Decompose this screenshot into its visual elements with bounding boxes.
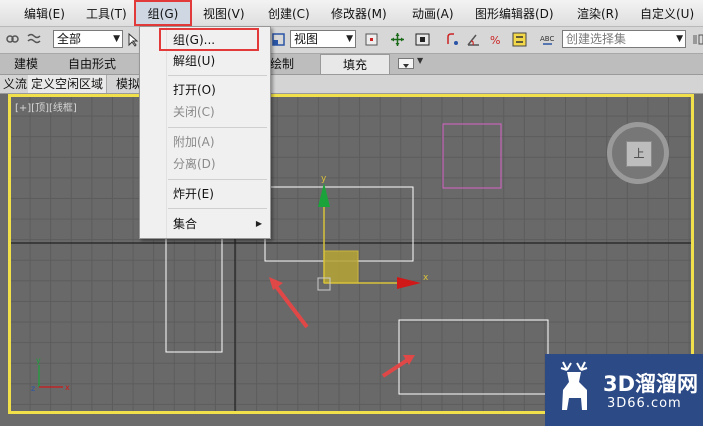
angle-snap-icon[interactable] xyxy=(465,31,482,48)
menu-item-open[interactable]: 打开(O) xyxy=(173,82,216,98)
menu-bar: 编辑(E) 工具(T) 组(G) 视图(V) 创建(C) 修改器(M) 动画(A… xyxy=(0,0,703,27)
tripod-label-z: z xyxy=(31,384,35,393)
select-scale-icon[interactable] xyxy=(270,31,287,48)
rectangle-object-pink xyxy=(442,123,502,189)
chevron-down-icon: ▼ xyxy=(676,34,683,44)
rectangle-object-top xyxy=(264,186,414,262)
populate-subtabs: 义流 定义空闲区域 模拟 xyxy=(0,75,703,94)
menu-separator xyxy=(168,208,267,209)
menu-tools[interactable]: 工具(T) xyxy=(86,0,127,26)
gizmo-arrow-x xyxy=(397,277,421,289)
rectangle-object-bottom xyxy=(398,319,549,395)
menu-item-assembly[interactable]: 集合 xyxy=(173,216,197,232)
watermark-title: 3D溜溜网 xyxy=(603,372,699,396)
menu-gutter xyxy=(140,27,167,238)
menu-view[interactable]: 视图(V) xyxy=(203,0,245,26)
selection-filter-dropdown[interactable]: 全部 ▼ xyxy=(53,30,123,48)
deer-logo-icon xyxy=(560,361,588,410)
ribbon-tabs: 建模 自由形式 绘制 填充 ▼ xyxy=(0,54,703,75)
menu-edit[interactable]: 编辑(E) xyxy=(24,0,65,26)
menu-rendering[interactable]: 渲染(R) xyxy=(577,0,619,26)
edit-named-selection-icon[interactable]: ABC xyxy=(539,31,556,48)
annotation-arrow-1 xyxy=(273,283,309,329)
chevron-down-icon: ▼ xyxy=(346,34,353,44)
menu-item-attach: 附加(A) xyxy=(173,135,215,149)
menu-item-detach: 分离(D) xyxy=(173,157,216,171)
tab-modeling[interactable]: 建模 xyxy=(8,54,44,74)
chevron-down-icon: ▼ xyxy=(113,34,120,44)
ribbon-options-icon[interactable] xyxy=(398,58,414,69)
snap-2d-icon[interactable] xyxy=(444,31,461,48)
menu-item-ungroup[interactable]: 解组(U) xyxy=(173,53,215,69)
svg-text:%: % xyxy=(490,34,500,47)
menu-create[interactable]: 创建(C) xyxy=(268,0,310,26)
menu-item-group[interactable]: 组(G)... xyxy=(173,32,215,48)
reference-coordinate-value: 视图 xyxy=(294,32,319,46)
menu-item-close: 关闭(C) xyxy=(173,105,215,119)
gizmo-label-x: x xyxy=(423,273,429,283)
reference-coordinate-dropdown[interactable]: 视图 ▼ xyxy=(290,30,356,48)
gizmo-label-y: y xyxy=(321,174,327,184)
menu-separator xyxy=(168,75,267,76)
pivot-center-icon[interactable] xyxy=(363,31,380,48)
menu-animation[interactable]: 动画(A) xyxy=(412,0,454,26)
menu-customize[interactable]: 自定义(U) xyxy=(640,0,694,26)
menu-separator xyxy=(168,127,267,128)
watermark-logo: 3D溜溜网 3D66.com xyxy=(545,354,703,426)
named-selection-input[interactable]: 创建选择集 ▼ xyxy=(562,30,686,48)
main-toolbar: 全部 ▼ 视图 ▼ % ABC 创建选择集 ▼ xyxy=(0,27,703,54)
named-selection-placeholder: 创建选择集 xyxy=(566,32,627,46)
submenu-arrow-icon: ▶ xyxy=(255,219,262,228)
menu-modifiers[interactable]: 修改器(M) xyxy=(331,0,387,26)
move-icon[interactable] xyxy=(389,31,406,48)
subtab-define-idle-areas[interactable]: 定义空闲区域 xyxy=(28,75,108,93)
annotation-arrow-2 xyxy=(381,357,411,378)
spinner-snap-icon[interactable] xyxy=(511,31,528,48)
mirror-icon[interactable] xyxy=(689,31,703,48)
subtab-flow[interactable]: 义流 xyxy=(0,75,32,93)
viewcube-top-face[interactable]: 上 xyxy=(626,141,652,167)
watermark-url: 3D66.com xyxy=(607,396,682,411)
menu-item-explode[interactable]: 炸开(E) xyxy=(173,186,214,202)
menu-graph-editors[interactable]: 图形编辑器(D) xyxy=(475,0,554,26)
menu-group[interactable]: 组(G) xyxy=(134,0,192,26)
selection-filter-value: 全部 xyxy=(57,32,82,46)
tab-populate[interactable]: 填充 xyxy=(320,54,390,74)
tab-freeform[interactable]: 自由形式 xyxy=(62,54,122,74)
bind-spacewarp-icon[interactable] xyxy=(25,31,42,48)
group-menu-dropdown: 组(G)... 解组(U) 打开(O) 关闭(C) 附加(A) 分离(D) 炸开… xyxy=(139,26,271,239)
menu-separator xyxy=(168,179,267,180)
chevron-down-icon[interactable]: ▼ xyxy=(417,56,423,65)
tripod-label-y: y xyxy=(36,356,41,365)
svg-text:ABC: ABC xyxy=(540,35,554,43)
percent-snap-icon[interactable]: % xyxy=(487,31,504,48)
keyboard-shortcut-icon[interactable] xyxy=(414,31,431,48)
link-icon[interactable] xyxy=(4,31,21,48)
tripod-label-x: x xyxy=(65,383,70,392)
viewcube[interactable]: 上 xyxy=(607,122,669,184)
